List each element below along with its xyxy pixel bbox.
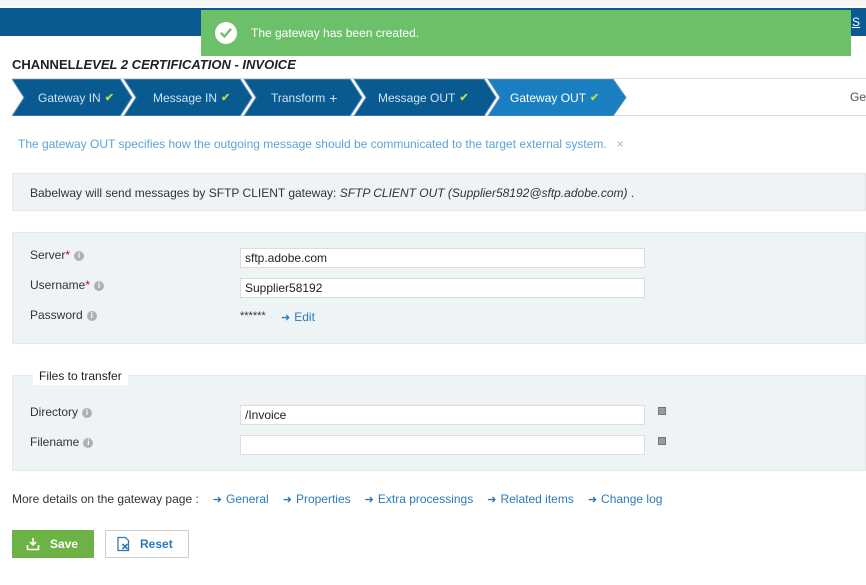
files-panel: Files to transfer Directoryi Filenamei	[12, 367, 866, 471]
link-related-items[interactable]: ➜ Related items	[487, 492, 574, 506]
arrow-right-icon: ➜	[212, 494, 223, 506]
server-field[interactable]	[240, 248, 645, 268]
step-message-out[interactable]: Message OUT ✔	[378, 79, 469, 116]
check-icon: ✔	[590, 92, 600, 104]
step-message-in[interactable]: Message IN ✔	[153, 79, 230, 116]
header-corner-link[interactable]: S	[852, 12, 866, 32]
link-properties[interactable]: ➜ Properties	[283, 492, 351, 506]
step-overflow-text[interactable]: Ge	[850, 90, 866, 104]
check-circle-icon	[215, 22, 237, 44]
plus-icon: +	[329, 89, 338, 106]
arrow-right-icon: ➜	[282, 494, 292, 506]
check-icon: ✔	[459, 92, 469, 104]
arrow-right-icon: ➜	[364, 494, 374, 506]
filename-label: Filename i	[30, 435, 94, 449]
password-mask: ******	[240, 310, 266, 322]
save-icon	[26, 537, 40, 551]
arrow-right-icon: ➜	[587, 494, 598, 506]
link-extra-processings[interactable]: ➜ Extra processings	[365, 492, 474, 506]
close-icon[interactable]: ×	[617, 137, 624, 151]
info-banner: The gateway OUT specifies how the outgoi…	[18, 137, 624, 151]
step-gateway-in[interactable]: Gateway IN ✔	[38, 79, 114, 116]
username-field[interactable]	[240, 278, 645, 298]
info-icon: i	[86, 311, 97, 321]
expression-icon[interactable]	[658, 437, 666, 445]
arrow-right-icon: ➜	[487, 494, 497, 506]
password-label: Password i	[30, 308, 97, 322]
filename-field[interactable]	[240, 435, 645, 455]
step-gateway-out[interactable]: Gateway OUT ✔	[510, 79, 599, 116]
success-toast: The gateway has been created.	[201, 10, 851, 56]
info-icon: i	[83, 438, 94, 448]
files-legend: Files to transfer	[33, 367, 128, 385]
arrow-right-icon: ➜	[281, 312, 291, 324]
step-transform[interactable]: Transform +	[271, 79, 337, 116]
gateway-name: SFTP CLIENT OUT (Supplier58192@sftp.adob…	[339, 186, 628, 200]
page: S The gateway has been created. CHANNELL…	[0, 0, 866, 585]
info-icon: i	[82, 408, 93, 418]
save-button[interactable]: Save	[12, 530, 94, 558]
channel-name: LEVEL 2 CERTIFICATION - INVOICE	[75, 57, 296, 72]
check-icon: ✔	[221, 92, 231, 104]
connection-panel: Server*i Username*i Passwordi ****** ➜Ed…	[12, 232, 866, 344]
toast-message: The gateway has been created.	[251, 26, 420, 40]
details-links: More details on the gateway page : ➜ Gene…	[12, 492, 662, 506]
expression-icon[interactable]	[658, 407, 666, 415]
page-title: CHANNELLEVEL 2 CERTIFICATION - INVOICE	[12, 57, 296, 72]
wizard-steps: Gateway IN ✔ Message IN ✔ Transform + Messa…	[12, 78, 866, 116]
reset-button[interactable]: Reset	[105, 530, 189, 558]
directory-field[interactable]	[240, 405, 645, 425]
server-label: Server* i	[30, 248, 85, 262]
info-icon: i	[94, 281, 105, 291]
reset-icon	[116, 536, 132, 552]
check-icon: ✔	[104, 92, 114, 104]
username-label: Username* i	[30, 278, 105, 292]
info-icon: i	[74, 251, 85, 261]
link-general[interactable]: ➜ General	[213, 492, 269, 506]
details-label: More details on the gateway page :	[12, 492, 199, 506]
link-change-log[interactable]: ➜ Change log	[588, 492, 663, 506]
gateway-notice: Babelway will send messages by SFTP CLIE…	[12, 173, 866, 211]
directory-label: Directory i	[30, 405, 93, 419]
browser-strip	[0, 0, 866, 6]
edit-password-link[interactable]: ➜ Edit	[281, 310, 315, 324]
